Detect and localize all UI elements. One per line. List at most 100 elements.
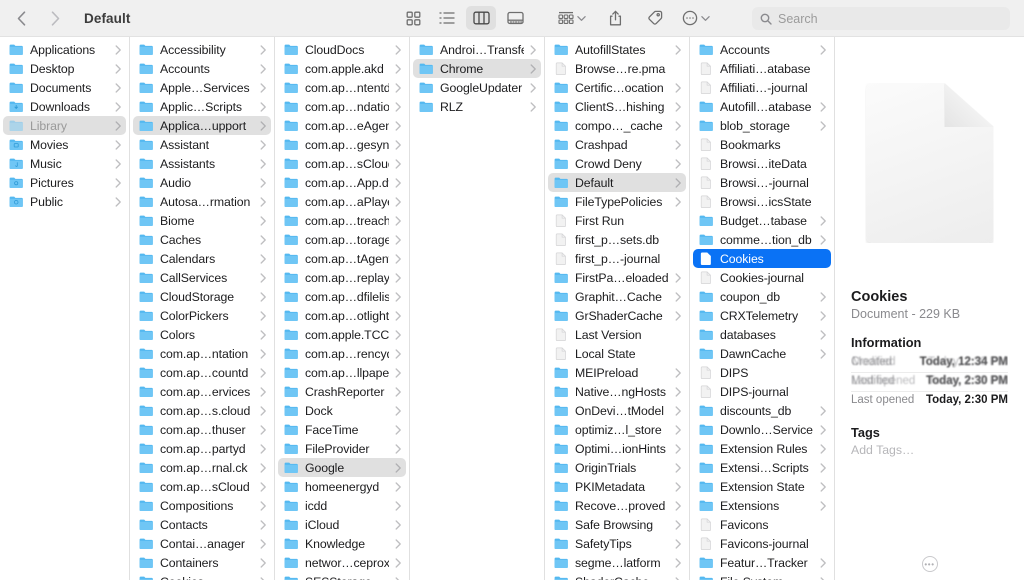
folder-row[interactable]: FileTypePolicies [548, 192, 686, 211]
folder-row[interactable]: Audio [133, 173, 271, 192]
folder-row[interactable]: Contacts [133, 515, 271, 534]
search-field[interactable]: Search [752, 7, 1010, 30]
folder-row[interactable]: Apple…Services [133, 78, 271, 97]
folder-row[interactable]: Applic…Scripts [133, 97, 271, 116]
folder-row[interactable]: Knowledge [278, 534, 406, 553]
folder-row[interactable]: Downlo…Service [693, 420, 831, 439]
folder-row[interactable]: Calendars [133, 249, 271, 268]
file-row[interactable]: Browsi…icsState [693, 192, 831, 211]
folder-row[interactable]: com.ap…sCloud [133, 477, 271, 496]
file-row[interactable]: Last Version [548, 325, 686, 344]
file-row[interactable]: DIPS-journal [693, 382, 831, 401]
file-row[interactable]: Affiliati…atabase [693, 59, 831, 78]
folder-row[interactable]: Caches [133, 230, 271, 249]
icon-view-button[interactable] [398, 6, 428, 30]
folder-row[interactable]: com.ap…treach [278, 211, 406, 230]
more-actions-button[interactable] [682, 10, 710, 26]
folder-row[interactable]: Contai…anager [133, 534, 271, 553]
folder-row[interactable]: FileProvider [278, 439, 406, 458]
column-application-support[interactable]: CloudDocs com.apple.akd com.ap…ntentd com.a… [275, 37, 410, 580]
folder-row[interactable]: Library [3, 116, 126, 135]
folder-row[interactable]: SESStorage [278, 572, 406, 580]
folder-row[interactable]: Accounts [133, 59, 271, 78]
forward-button[interactable] [48, 9, 62, 27]
folder-row[interactable]: FaceTime [278, 420, 406, 439]
folder-row[interactable]: Documents [3, 78, 126, 97]
folder-row[interactable]: Applications [3, 40, 126, 59]
folder-row[interactable]: Autosa…rmation [133, 192, 271, 211]
folder-row[interactable]: Cookies [133, 572, 271, 580]
file-row[interactable]: first_p…sets.db [548, 230, 686, 249]
folder-row[interactable]: networ…ceproxy [278, 553, 406, 572]
folder-row[interactable]: Assistant [133, 135, 271, 154]
folder-row[interactable]: com.apple.TCC [278, 325, 406, 344]
folder-row[interactable]: FirstPa…eloaded [548, 268, 686, 287]
folder-row[interactable]: Extension Rules [693, 439, 831, 458]
folder-row[interactable]: Colors [133, 325, 271, 344]
folder-row[interactable]: AutofillStates [548, 40, 686, 59]
folder-row[interactable]: Assistants [133, 154, 271, 173]
folder-row[interactable]: com.apple.akd [278, 59, 406, 78]
folder-row[interactable]: Downloads [3, 97, 126, 116]
file-row[interactable]: first_p…-journal [548, 249, 686, 268]
folder-row[interactable]: com.ap…rnal.ck [133, 458, 271, 477]
folder-row[interactable]: Accounts [693, 40, 831, 59]
add-tags-field[interactable]: Add Tags… [851, 443, 1008, 457]
folder-row[interactable]: Graphit…Cache [548, 287, 686, 306]
file-row[interactable]: Bookmarks [693, 135, 831, 154]
folder-row[interactable]: iCloud [278, 515, 406, 534]
folder-row[interactable]: com.ap…llpaper [278, 363, 406, 382]
folder-row[interactable]: com.ap…s.cloud [133, 401, 271, 420]
folder-row[interactable]: com.ap…sCloud [278, 154, 406, 173]
folder-row[interactable]: ColorPickers [133, 306, 271, 325]
folder-row[interactable]: Recove…proved [548, 496, 686, 515]
folder-row[interactable]: File System [693, 572, 831, 580]
folder-row[interactable]: Featur…Tracker [693, 553, 831, 572]
file-row[interactable]: Favicons [693, 515, 831, 534]
folder-row[interactable]: GrShaderCache [548, 306, 686, 325]
folder-row[interactable]: Safe Browsing [548, 515, 686, 534]
folder-row[interactable]: Extensions [693, 496, 831, 515]
file-row[interactable]: Favicons-journal [693, 534, 831, 553]
folder-row[interactable]: Default [548, 173, 686, 192]
folder-row[interactable]: CrashReporter [278, 382, 406, 401]
back-button[interactable] [14, 9, 28, 27]
group-by-button[interactable] [558, 11, 586, 25]
folder-row[interactable]: Crowd Deny [548, 154, 686, 173]
folder-row[interactable]: Accessibility [133, 40, 271, 59]
folder-row[interactable]: Compositions [133, 496, 271, 515]
folder-row[interactable]: coupon_db [693, 287, 831, 306]
column-chrome[interactable]: AutofillStates Browse…re.pma Certific…ocat… [545, 37, 690, 580]
folder-row[interactable]: Chrome [413, 59, 541, 78]
folder-row[interactable]: com.ap…thuser [133, 420, 271, 439]
file-row[interactable]: First Run [548, 211, 686, 230]
folder-row[interactable]: blob_storage [693, 116, 831, 135]
folder-row[interactable]: Certific…ocation [548, 78, 686, 97]
folder-row[interactable]: segme…latform [548, 553, 686, 572]
file-row[interactable]: Browsi…-journal [693, 173, 831, 192]
folder-row[interactable]: Google [278, 458, 406, 477]
folder-row[interactable]: com.ap…torage [278, 230, 406, 249]
column-view-button[interactable] [466, 6, 496, 30]
folder-row[interactable]: ShaderCache [548, 572, 686, 580]
folder-row[interactable]: Dock [278, 401, 406, 420]
folder-row[interactable]: com.ap…aPlayer [278, 192, 406, 211]
tag-icon[interactable] [640, 6, 670, 30]
folder-row[interactable]: Movies [3, 135, 126, 154]
folder-row[interactable]: com.ap…ntation [133, 344, 271, 363]
column-library[interactable]: Accessibility Accounts Apple…Services Appli… [130, 37, 275, 580]
folder-row[interactable]: PKIMetadata [548, 477, 686, 496]
column-google[interactable]: Androi…Transfer Chrome GoogleUpdater RLZ [410, 37, 545, 580]
folder-row[interactable]: Containers [133, 553, 271, 572]
folder-row[interactable]: Applica…upport [133, 116, 271, 135]
folder-row[interactable]: SafetyTips [548, 534, 686, 553]
folder-row[interactable]: ClientS…hishing [548, 97, 686, 116]
folder-row[interactable]: Pictures [3, 173, 126, 192]
share-button[interactable] [600, 6, 630, 30]
folder-row[interactable]: RLZ [413, 97, 541, 116]
folder-row[interactable]: CRXTelemetry [693, 306, 831, 325]
folder-row[interactable]: Extension State [693, 477, 831, 496]
folder-row[interactable]: com.ap…dfilelist [278, 287, 406, 306]
folder-row[interactable]: DawnCache [693, 344, 831, 363]
folder-row[interactable]: Autofill…atabase [693, 97, 831, 116]
